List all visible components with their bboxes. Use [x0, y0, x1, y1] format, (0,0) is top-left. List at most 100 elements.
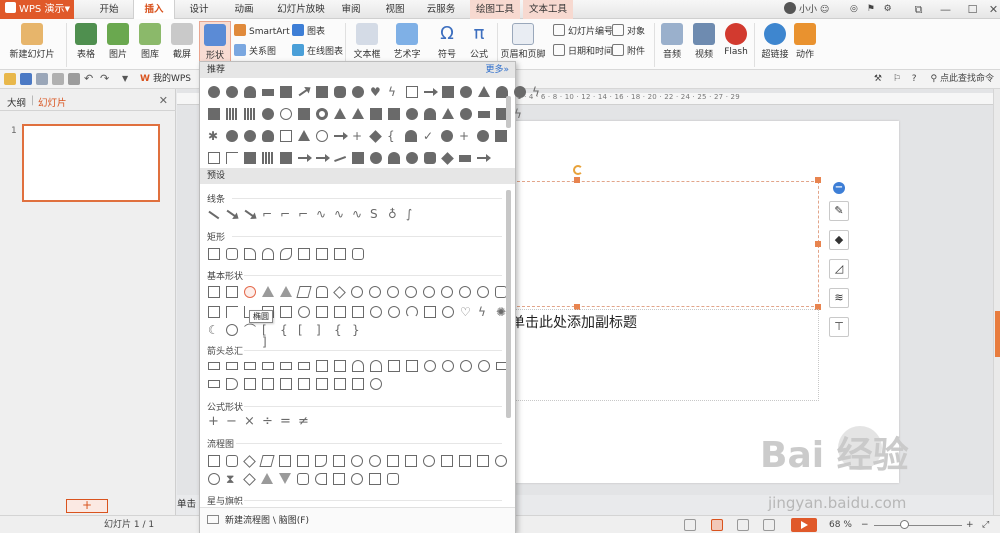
screenshot-button[interactable]: 截屏 [168, 21, 196, 60]
not-equal-icon[interactable]: ≠ [298, 415, 310, 428]
up-down-arrow-icon[interactable] [298, 362, 310, 370]
bolt-block-icon[interactable] [388, 108, 400, 120]
rounded-square-icon[interactable] [334, 86, 346, 98]
left-right-callout-icon[interactable] [334, 378, 346, 390]
display-icon[interactable] [387, 473, 399, 485]
bar-shape-icon[interactable] [459, 155, 471, 162]
snip-single-rectangle-icon[interactable] [298, 248, 310, 260]
right-brace-icon[interactable]: } [352, 324, 364, 336]
rectangle-icon[interactable] [208, 248, 220, 260]
left-block-arrow-icon[interactable] [226, 362, 238, 370]
left-arrow-callout-icon[interactable] [280, 378, 292, 390]
layers-icon[interactable]: ≋ [829, 288, 849, 308]
left-bracket-icon[interactable]: [ [298, 324, 310, 336]
heart-outline-icon[interactable] [280, 108, 292, 120]
dodecagon-icon[interactable] [441, 286, 453, 298]
internal-storage-icon[interactable] [297, 455, 309, 467]
pyramid-shape-icon[interactable] [442, 108, 454, 119]
rect-outline-icon[interactable] [406, 86, 418, 98]
people-shape-icon[interactable] [388, 152, 400, 164]
notched-right-arrow-icon[interactable] [208, 380, 220, 388]
manual-input-icon[interactable] [387, 455, 399, 467]
donut-icon[interactable] [370, 306, 382, 318]
decagon-icon[interactable] [423, 286, 435, 298]
left-brace-icon[interactable]: { [334, 324, 346, 336]
command-search[interactable]: ⚒ ⚐ ? ⚲ 点此查找命令 [874, 72, 994, 87]
tab-animation[interactable]: 动画 [225, 0, 263, 19]
delay-icon[interactable] [315, 473, 327, 485]
recommended-scrollbar[interactable] [506, 96, 511, 128]
elbow-double-arrow-icon[interactable]: ⌐ [298, 208, 310, 220]
up-arrow-callout-icon[interactable] [298, 378, 310, 390]
my-wps-link[interactable]: W 我的WPS [140, 72, 191, 87]
redo-icon[interactable]: ↷ [100, 73, 112, 85]
close-icon[interactable]: ✕ [980, 0, 1000, 19]
snip-diagonal-rectangle-icon[interactable] [334, 248, 346, 260]
zoom-level[interactable]: 68 % [829, 516, 852, 533]
vertical-textbox-icon[interactable] [226, 286, 238, 298]
smartart-button[interactable]: SmartArt [234, 24, 290, 40]
zoom-slider[interactable] [874, 525, 962, 526]
datetime-button[interactable]: 日期和时间 [553, 44, 613, 60]
reading-view-icon[interactable] [763, 519, 775, 531]
punched-tape-icon[interactable] [477, 455, 489, 467]
parallelogram-icon[interactable] [296, 286, 312, 298]
rounded-rectangle-icon[interactable] [226, 248, 238, 260]
block-shape-icon[interactable] [495, 130, 507, 142]
merge-icon[interactable] [279, 473, 291, 484]
multidocument-icon[interactable] [333, 455, 345, 467]
video-button[interactable]: 视频 [690, 21, 718, 60]
tab-text-tools[interactable]: 文本工具 [523, 0, 573, 19]
resize-handle[interactable] [815, 241, 821, 247]
presets-scrollbar[interactable] [506, 190, 511, 418]
rotate-handle-icon[interactable] [573, 165, 583, 175]
flash-shape-icon[interactable]: ϟ [514, 108, 526, 120]
offpage-connector-icon[interactable] [441, 455, 453, 467]
cone-shape-icon[interactable] [352, 108, 364, 119]
smiley-face-icon[interactable] [442, 306, 454, 318]
left-right-arrow-icon[interactable] [280, 362, 292, 370]
elbow-arrow-icon[interactable]: ⌐ [280, 208, 292, 220]
curved-down-arrow-icon[interactable] [478, 360, 490, 372]
plaque-icon[interactable] [298, 306, 310, 318]
ellipse-shape-icon[interactable] [208, 86, 220, 98]
lightning-shape-icon[interactable]: ϟ [388, 86, 400, 98]
fit-window-icon[interactable]: ⤢ [982, 516, 989, 533]
bevel-icon[interactable] [352, 306, 364, 318]
bar-shape-icon[interactable] [262, 89, 274, 96]
or-icon[interactable] [208, 473, 220, 485]
right-bracket-icon[interactable]: ] [316, 324, 328, 336]
table-button[interactable]: 表格 [72, 21, 100, 60]
decision-icon[interactable] [243, 455, 256, 468]
print-icon[interactable] [36, 73, 48, 85]
tab-insert[interactable]: 插入 [133, 0, 175, 19]
double-brace-icon[interactable]: { [280, 324, 292, 336]
ring-shape-icon[interactable] [316, 108, 328, 120]
bag-shape-icon[interactable] [262, 130, 274, 142]
left-up-arrow-icon[interactable] [388, 360, 400, 372]
outline-icon[interactable]: ◿ [829, 259, 849, 279]
arrow-shape-icon[interactable] [316, 154, 330, 162]
drop-shape-icon[interactable] [460, 108, 472, 120]
down-block-arrow-icon[interactable] [262, 362, 274, 370]
text-settings-icon[interactable]: ⊤ [829, 317, 849, 337]
round-single-rectangle-icon[interactable] [352, 248, 364, 260]
preparation-icon[interactable] [369, 455, 381, 467]
arrow-shape-icon[interactable] [334, 132, 348, 140]
sequential-storage-icon[interactable] [333, 473, 345, 485]
half-frame-icon[interactable] [226, 306, 238, 318]
freeform-icon[interactable]: ♁ [388, 208, 400, 220]
diagonal-arrow-icon[interactable] [298, 87, 310, 97]
bar-shape-icon[interactable] [478, 111, 490, 118]
double-bracket-icon[interactable]: [ ] [262, 324, 274, 348]
bars-shape-icon[interactable] [262, 152, 274, 164]
action-button[interactable]: 动作 [792, 21, 818, 60]
app-menu-button[interactable]: WPS 演示 ▼ [0, 0, 74, 19]
multiply-icon[interactable]: × [244, 415, 256, 428]
down-arrow-callout-icon[interactable] [316, 378, 328, 390]
arrow-line-icon[interactable] [226, 209, 238, 219]
undo-icon[interactable]: ↶ [84, 73, 96, 85]
block-arc-icon[interactable] [406, 306, 418, 318]
divide-icon[interactable]: ÷ [262, 415, 274, 428]
cube-icon[interactable] [334, 306, 346, 318]
